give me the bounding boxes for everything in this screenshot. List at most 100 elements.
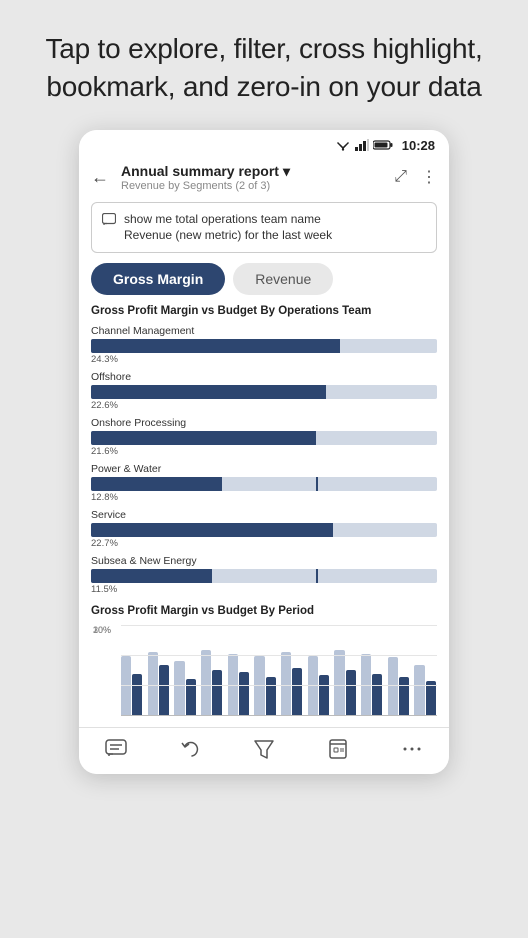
bar-label: Power & Water — [91, 463, 437, 475]
col-bar-light — [254, 656, 264, 715]
bar-row[interactable]: Subsea & New Energy 11.5% — [91, 555, 437, 595]
bar-row[interactable]: Service 22.7% — [91, 509, 437, 549]
signal-icon — [355, 139, 369, 151]
col-group[interactable] — [201, 650, 224, 715]
bar-value: 12.8% — [91, 492, 437, 503]
col-bar-dark — [132, 674, 142, 715]
col-group[interactable] — [121, 656, 144, 715]
bar-fill — [91, 523, 333, 537]
header-actions: ⤢ ⋮ — [394, 167, 437, 187]
bar-value: 22.6% — [91, 400, 437, 411]
bar-row[interactable]: Power & Water 12.8% — [91, 463, 437, 503]
header-subtitle: Revenue by Segments (2 of 3) — [121, 180, 386, 192]
bar-row[interactable]: Channel Management 24.3% — [91, 325, 437, 365]
bar-fill — [91, 385, 326, 399]
app-outer: Tap to explore, filter, cross highlight,… — [0, 0, 528, 938]
chart2-title: Gross Profit Margin vs Budget By Period — [91, 605, 437, 617]
chart1-title: Gross Profit Margin vs Budget By Operati… — [91, 305, 437, 317]
status-time: 10:28 — [402, 138, 435, 153]
col-bar-light — [308, 656, 318, 715]
y-label-10: 10% — [93, 625, 111, 635]
col-group[interactable] — [308, 656, 331, 715]
status-icons — [335, 139, 393, 151]
col-bar-light — [148, 652, 158, 715]
col-bar-dark — [159, 665, 169, 715]
col-bar-dark — [186, 679, 196, 715]
tab-bar: Gross Margin Revenue — [91, 263, 437, 295]
nav-more[interactable] — [401, 738, 423, 760]
col-bar-light — [174, 661, 184, 715]
col-group[interactable] — [361, 654, 384, 715]
tagline: Tap to explore, filter, cross highlight,… — [0, 30, 528, 106]
col-bar-light — [201, 650, 211, 715]
bar-fill — [91, 339, 340, 353]
col-bar-dark — [212, 670, 222, 715]
col-bar-dark — [292, 668, 302, 715]
col-bar-dark — [266, 677, 276, 715]
bar-value: 11.5% — [91, 584, 437, 595]
search-query-text: show me total operations team name Reven… — [124, 211, 332, 245]
column-chart-wrapper: 30% 20% 10% — [121, 625, 437, 715]
nav-filter[interactable] — [253, 738, 275, 760]
nav-chat[interactable] — [105, 739, 127, 759]
column-chart — [121, 625, 437, 715]
bar-label: Channel Management — [91, 325, 437, 337]
bar-fill — [91, 477, 222, 491]
bar-track — [91, 523, 437, 537]
col-group[interactable] — [174, 661, 197, 715]
bar-track — [91, 569, 437, 583]
bottom-nav — [79, 727, 449, 774]
bar-row[interactable]: Onshore Processing 21.6% — [91, 417, 437, 457]
col-bar-light — [361, 654, 371, 715]
bar-value: 22.7% — [91, 538, 437, 549]
bar-fill — [91, 431, 316, 445]
col-bar-dark — [239, 672, 249, 715]
status-bar: 10:28 — [79, 130, 449, 157]
col-group[interactable] — [228, 654, 251, 715]
app-header: ← Annual summary report ▾ Revenue by Seg… — [79, 157, 449, 202]
chart1-section: Gross Profit Margin vs Budget By Operati… — [79, 305, 449, 727]
nav-bookmark[interactable] — [327, 738, 349, 760]
bar-chart: Channel Management 24.3% Offshore 22.6% … — [91, 325, 437, 595]
bar-track — [91, 477, 437, 491]
back-button[interactable]: ← — [91, 167, 109, 188]
bar-label: Subsea & New Energy — [91, 555, 437, 567]
bar-value: 21.6% — [91, 446, 437, 457]
battery-icon — [373, 139, 393, 151]
more-options-icon[interactable]: ⋮ — [421, 167, 437, 187]
expand-icon[interactable]: ⤢ — [394, 168, 407, 186]
nav-undo[interactable] — [179, 738, 201, 760]
bar-track — [91, 431, 437, 445]
col-group[interactable] — [388, 657, 411, 715]
col-group[interactable] — [334, 650, 357, 715]
bar-value: 24.3% — [91, 354, 437, 365]
col-group[interactable] — [148, 652, 171, 715]
col-bar-dark — [399, 677, 409, 715]
tab-gross-margin[interactable]: Gross Margin — [91, 263, 225, 295]
col-bar-dark — [346, 670, 356, 715]
chat-icon — [102, 213, 116, 230]
col-bar-dark — [372, 674, 382, 715]
col-bar-light — [121, 656, 131, 715]
col-group[interactable] — [414, 665, 437, 715]
bar-track — [91, 339, 437, 353]
wifi-icon — [335, 139, 351, 151]
col-bar-light — [388, 657, 398, 715]
col-group[interactable] — [281, 652, 304, 715]
bar-label: Service — [91, 509, 437, 521]
col-bar-light — [281, 652, 291, 715]
col-group[interactable] — [254, 656, 277, 715]
col-bar-dark — [426, 681, 436, 715]
tab-revenue[interactable]: Revenue — [233, 263, 333, 295]
bar-row[interactable]: Offshore 22.6% — [91, 371, 437, 411]
header-title-block: Annual summary report ▾ Revenue by Segme… — [121, 163, 386, 192]
header-title: Annual summary report ▾ — [121, 163, 386, 180]
search-box[interactable]: show me total operations team name Reven… — [91, 202, 437, 254]
col-bar-dark — [319, 675, 329, 715]
bar-track — [91, 385, 437, 399]
dropdown-icon[interactable]: ▾ — [283, 163, 290, 180]
bar-label: Offshore — [91, 371, 437, 383]
col-bar-light — [334, 650, 344, 715]
phone-frame: 10:28 ← Annual summary report ▾ Revenue … — [79, 130, 449, 775]
bar-fill — [91, 569, 212, 583]
